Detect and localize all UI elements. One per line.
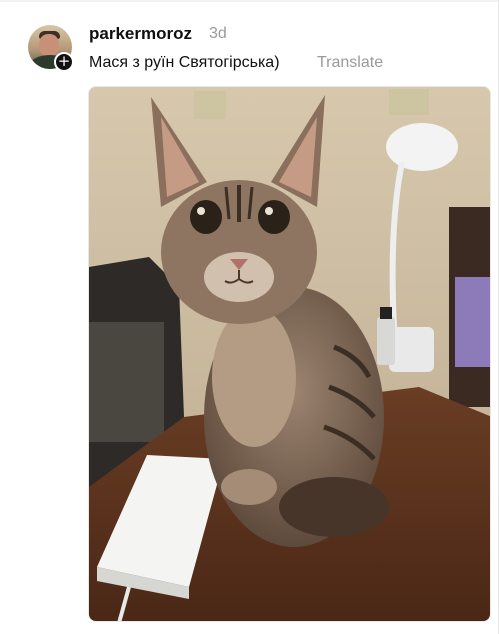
avatar-face bbox=[39, 34, 59, 56]
avatar-container[interactable]: + bbox=[28, 25, 74, 72]
post-time[interactable]: 3d bbox=[209, 25, 227, 43]
post-caption: Мася з руїн Святогірська) bbox=[89, 54, 280, 71]
translate-link[interactable]: Translate bbox=[317, 54, 383, 72]
cat-photo-illustration bbox=[89, 87, 490, 621]
username[interactable]: parkermoroz bbox=[89, 24, 192, 44]
post-photo[interactable] bbox=[88, 86, 491, 622]
plus-icon[interactable]: + bbox=[54, 52, 74, 72]
top-divider bbox=[0, 0, 499, 2]
